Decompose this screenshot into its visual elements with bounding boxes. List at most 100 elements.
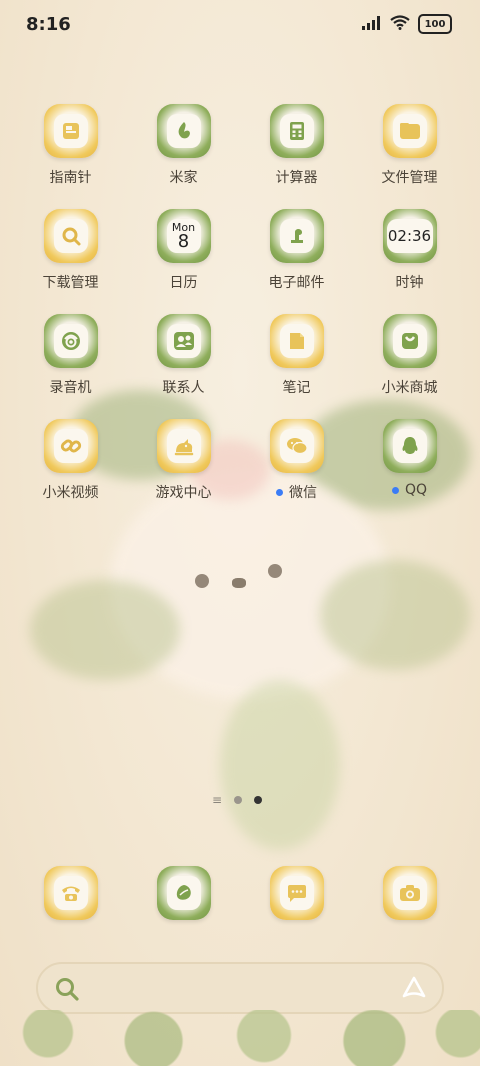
app-recorder[interactable]: 录音机 bbox=[14, 314, 127, 397]
app-drawer-lines-icon: ≡ bbox=[212, 793, 223, 807]
qq-icon bbox=[392, 429, 427, 463]
app-label: 游戏中心 bbox=[156, 482, 212, 502]
dock-messages[interactable] bbox=[240, 866, 353, 920]
app-label-text: 小米视频 bbox=[42, 485, 99, 501]
status-bar: 8:16 100 bbox=[0, 0, 480, 50]
app-label-text: 时钟 bbox=[395, 275, 424, 291]
app-label: 微信 bbox=[276, 482, 317, 502]
app-label: 文件管理 bbox=[382, 167, 438, 187]
app-contacts[interactable]: 联系人 bbox=[127, 314, 240, 397]
notes-icon bbox=[279, 324, 314, 358]
calculator-tile bbox=[269, 104, 324, 158]
dock bbox=[14, 866, 466, 920]
wallpaper-leaf bbox=[30, 580, 180, 680]
app-grid: 指南针 米家 计算器 文件管理下载管理 Mon 8 日历 电子邮件 02:36 时钟录音机 联系人 笔… bbox=[14, 104, 466, 502]
page-dot-active bbox=[254, 796, 263, 804]
app-store[interactable]: 小米商城 bbox=[353, 314, 466, 397]
search-bar[interactable] bbox=[36, 962, 444, 1014]
app-label-text: 电子邮件 bbox=[268, 275, 325, 291]
app-label: 小米视频 bbox=[43, 482, 99, 502]
app-label-text: 指南针 bbox=[49, 170, 92, 186]
app-mijia[interactable]: 米家 bbox=[127, 104, 240, 187]
wallpaper-stems bbox=[220, 680, 340, 850]
wallpaper-nose bbox=[232, 578, 246, 588]
camera-icon bbox=[392, 876, 427, 910]
app-label: 指南针 bbox=[50, 167, 92, 187]
search-icon bbox=[54, 976, 80, 1006]
game-center-tile bbox=[156, 419, 211, 473]
wallpaper-eye bbox=[195, 574, 209, 588]
app-label-text: 录音机 bbox=[49, 380, 92, 396]
app-label-text: 游戏中心 bbox=[155, 485, 212, 501]
store-tile bbox=[382, 314, 437, 368]
clock-tile: 02:36 bbox=[382, 209, 437, 263]
app-label: 日历 bbox=[170, 272, 198, 292]
app-label: 录音机 bbox=[50, 377, 92, 397]
app-label-text: 日历 bbox=[169, 275, 198, 291]
assistant-icon[interactable] bbox=[400, 974, 428, 1006]
app-label: 笔记 bbox=[283, 377, 311, 397]
mail-tile bbox=[269, 209, 324, 263]
wallpaper-grass bbox=[0, 1010, 480, 1066]
app-label-text: 文件管理 bbox=[381, 170, 438, 186]
app-label-text: 小米商城 bbox=[381, 380, 438, 396]
app-game-center[interactable]: 游戏中心 bbox=[127, 419, 240, 502]
app-calculator[interactable]: 计算器 bbox=[240, 104, 353, 187]
app-label: 电子邮件 bbox=[269, 272, 325, 292]
clock-time: 02:36 bbox=[387, 227, 432, 245]
app-mail[interactable]: 电子邮件 bbox=[240, 209, 353, 292]
compass-icon bbox=[53, 114, 88, 148]
download-icon bbox=[53, 219, 88, 253]
compass-tile bbox=[43, 104, 98, 158]
notification-dot bbox=[276, 488, 283, 496]
status-icons: 100 bbox=[362, 14, 452, 34]
video-icon bbox=[53, 429, 88, 463]
messages-tile bbox=[269, 866, 324, 920]
messages-icon bbox=[279, 876, 314, 910]
app-qq[interactable]: QQ bbox=[353, 419, 466, 502]
app-label: QQ bbox=[391, 482, 428, 498]
recorder-icon bbox=[53, 324, 88, 358]
wallpaper-eye bbox=[268, 564, 282, 578]
wechat-icon bbox=[279, 429, 314, 463]
folder-tile bbox=[382, 104, 437, 158]
download-tile bbox=[43, 209, 98, 263]
signal-icon bbox=[362, 15, 382, 34]
calculator-icon bbox=[279, 114, 314, 148]
app-compass[interactable]: 指南针 bbox=[14, 104, 127, 187]
dock-phone[interactable] bbox=[14, 866, 127, 920]
wechat-tile bbox=[269, 419, 324, 473]
store-icon bbox=[392, 324, 427, 358]
game-center-icon bbox=[166, 429, 201, 463]
status-time: 8:16 bbox=[26, 14, 71, 35]
app-label-text: 笔记 bbox=[282, 380, 311, 396]
folder-icon bbox=[392, 114, 427, 148]
app-calendar[interactable]: Mon 8 日历 bbox=[127, 209, 240, 292]
contacts-icon bbox=[166, 324, 201, 358]
contacts-tile bbox=[156, 314, 211, 368]
app-clock[interactable]: 02:36 时钟 bbox=[353, 209, 466, 292]
wifi-icon bbox=[390, 14, 410, 34]
app-label-text: 米家 bbox=[169, 170, 198, 186]
notification-dot bbox=[391, 486, 399, 494]
calendar-tile: Mon 8 bbox=[156, 209, 211, 263]
calendar-icon: Mon 8 bbox=[166, 219, 201, 253]
app-notes[interactable]: 笔记 bbox=[240, 314, 353, 397]
app-label-text: QQ bbox=[404, 482, 428, 498]
app-label: 计算器 bbox=[276, 167, 318, 187]
app-wechat[interactable]: 微信 bbox=[240, 419, 353, 502]
mijia-icon bbox=[166, 114, 201, 148]
browser-tile bbox=[156, 866, 211, 920]
page-indicator[interactable]: ≡ bbox=[212, 793, 263, 807]
recorder-tile bbox=[43, 314, 98, 368]
notes-tile bbox=[269, 314, 324, 368]
app-label-text: 计算器 bbox=[275, 170, 318, 186]
dock-camera[interactable] bbox=[353, 866, 466, 920]
camera-tile bbox=[382, 866, 437, 920]
app-video[interactable]: 小米视频 bbox=[14, 419, 127, 502]
app-label: 时钟 bbox=[396, 272, 424, 292]
app-label: 小米商城 bbox=[382, 377, 438, 397]
dock-browser[interactable] bbox=[127, 866, 240, 920]
app-download[interactable]: 下载管理 bbox=[14, 209, 127, 292]
app-folder[interactable]: 文件管理 bbox=[353, 104, 466, 187]
